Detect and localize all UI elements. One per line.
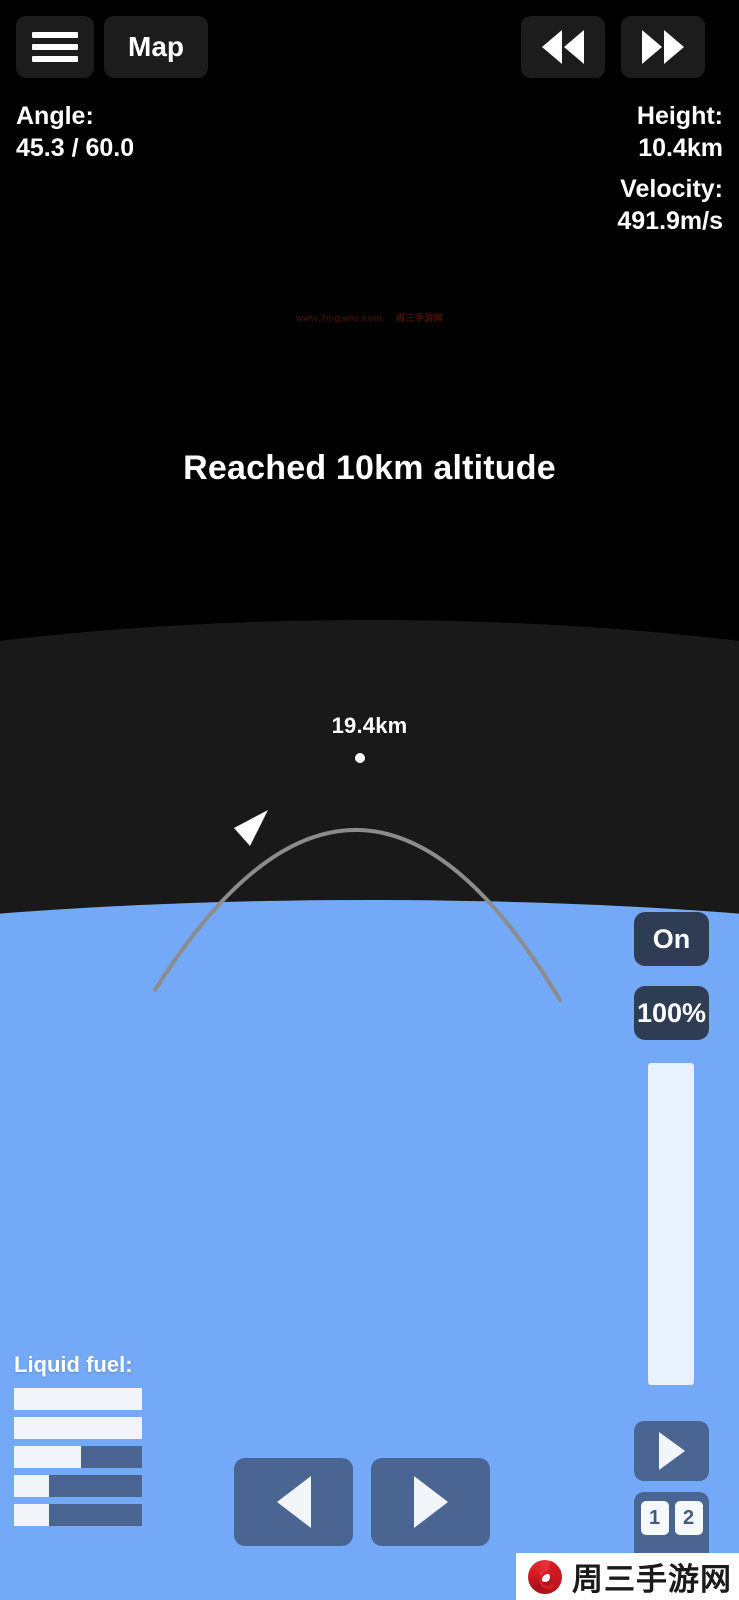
fuel-panel: Liquid fuel: xyxy=(14,1352,214,1533)
velocity-label: Velocity: xyxy=(620,175,723,203)
height-label: Height: xyxy=(636,102,723,130)
throttle-value-button[interactable]: 100% xyxy=(634,986,709,1040)
velocity-value: 491.9m/s xyxy=(617,207,723,235)
height-readout: Height: 10.4km xyxy=(617,100,723,164)
site-watermark-text: 周三手游网 xyxy=(572,1562,732,1598)
menu-button[interactable] xyxy=(16,16,94,78)
right-readouts: Height: 10.4km Velocity: 491.9m/s xyxy=(617,100,723,246)
fuel-bar xyxy=(14,1475,142,1497)
fuel-bar-fill xyxy=(14,1417,142,1439)
velocity-readout: Velocity: 491.9m/s xyxy=(617,173,723,237)
fuel-bar xyxy=(14,1504,142,1526)
space-watermark: www.7mgame.com 周三手游网 xyxy=(0,311,739,324)
stage-chip[interactable]: 1 xyxy=(640,1501,669,1535)
spiral-logo-icon xyxy=(528,1559,562,1594)
fuel-bar xyxy=(14,1388,142,1410)
game-screen: www.7mgame.com 周三手游网 19.4km Map Angle: 45… xyxy=(0,0,739,1600)
fuel-bar xyxy=(14,1417,142,1439)
rotate-right-button[interactable] xyxy=(371,1458,490,1546)
throttle-slider-fill xyxy=(648,1063,694,1385)
fuel-bar xyxy=(14,1446,142,1468)
stage-list[interactable]: 12 xyxy=(634,1492,709,1562)
rewind-button[interactable] xyxy=(521,16,605,78)
fuel-panel-label: Liquid fuel: xyxy=(14,1352,133,1377)
fuel-bar-fill xyxy=(14,1504,49,1526)
fuel-bar-fill xyxy=(14,1446,81,1468)
rewind-icon xyxy=(542,30,584,64)
angle-label: Angle: xyxy=(16,102,94,130)
throttle-value-label: 100% xyxy=(636,997,707,1028)
angle-readout: Angle: 45.3 / 60.0 xyxy=(16,100,134,164)
map-button[interactable]: Map xyxy=(104,16,208,78)
site-watermark: 周三手游网 xyxy=(516,1553,739,1600)
rotate-left-button[interactable] xyxy=(234,1458,353,1546)
play-triangle-icon xyxy=(658,1432,685,1470)
stage-chip[interactable]: 2 xyxy=(674,1501,703,1535)
angle-value: 45.3 / 60.0 xyxy=(16,134,135,162)
rotate-left-icon xyxy=(276,1476,311,1528)
fuel-bar-fill xyxy=(14,1388,142,1410)
fast-forward-button[interactable] xyxy=(621,16,705,78)
space-watermark-name: 周三手游网 xyxy=(396,313,444,323)
height-value: 10.4km xyxy=(638,134,723,162)
hamburger-menu-icon xyxy=(32,32,78,62)
stage-button[interactable] xyxy=(634,1421,709,1481)
fuel-bar-fill xyxy=(14,1475,49,1497)
space-watermark-url: www.7mgame.com xyxy=(295,313,383,323)
throttle-slider[interactable] xyxy=(648,1063,694,1385)
engine-toggle-button[interactable]: On xyxy=(634,912,709,966)
rotate-right-icon xyxy=(413,1476,448,1528)
fast-forward-icon xyxy=(642,30,684,64)
engine-toggle-label: On xyxy=(652,923,691,954)
center-message: Reached 10km altitude xyxy=(183,449,556,487)
map-button-label: Map xyxy=(128,31,184,62)
fuel-bar-list xyxy=(14,1388,214,1526)
